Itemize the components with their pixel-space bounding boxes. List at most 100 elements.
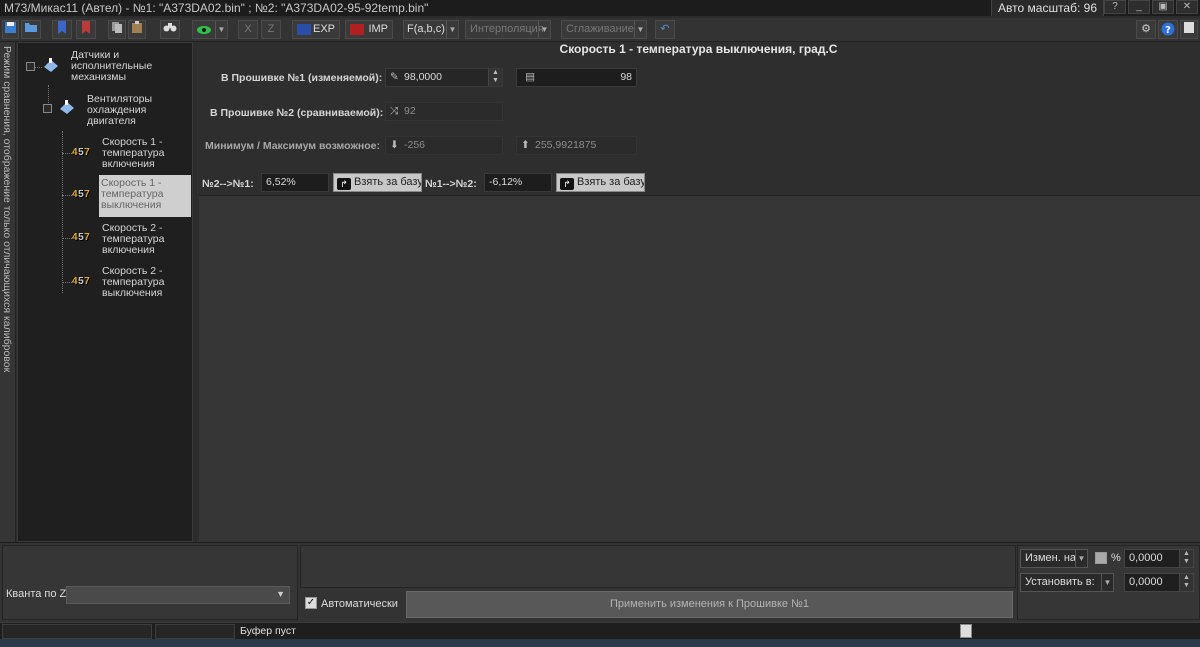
tree-item-speed1-off[interactable]: Скорость 1 - температура выключения	[99, 175, 191, 217]
apply-changes-button[interactable]: Применить изменения к Прошивке №1	[406, 591, 1013, 618]
comparison-mode-strip[interactable]: Режим сравнения, отображение только отли…	[0, 42, 16, 542]
bookmark-red-icon	[82, 21, 90, 34]
chevron-down-icon: ▼	[1075, 550, 1087, 567]
calibration-457-icon: 457	[72, 147, 91, 158]
open-button[interactable]	[21, 20, 41, 39]
help-button[interactable]: ?	[1158, 20, 1178, 39]
check-icon: ✓	[306, 597, 316, 608]
tree-item-speed1-on[interactable]: Скорость 1 - температура включения	[102, 137, 182, 170]
change-value: 0,0000	[1129, 552, 1163, 564]
auto-label: Автоматически	[321, 598, 398, 610]
fw2-value-field: ⤨ 92	[385, 102, 503, 121]
percent-label: %	[1111, 552, 1121, 564]
change-by-label: Измен. на	[1025, 552, 1077, 564]
document-icon	[1184, 22, 1194, 33]
fw2-value: 92	[404, 105, 416, 117]
calibration-457-icon: 457	[72, 276, 91, 287]
auto-checkbox[interactable]: ✓	[305, 597, 317, 609]
chevron-down-icon: ▼	[276, 589, 285, 599]
quanta-combo[interactable]: ▼	[66, 586, 290, 604]
graph-area[interactable]	[199, 195, 1200, 542]
diff12-label: №1-->№2:	[425, 178, 477, 190]
copy-button[interactable]	[108, 20, 126, 39]
info-button[interactable]	[1180, 20, 1198, 39]
copy-icon	[112, 22, 122, 33]
find-button[interactable]	[160, 20, 180, 39]
paste-button[interactable]	[128, 20, 146, 39]
fw1-raw-value: 98	[620, 71, 632, 83]
tree-expander[interactable]	[43, 104, 52, 113]
pencil-icon: ✎	[390, 71, 399, 83]
fw2-label: В Прошивке №2 (сравниваемой):	[210, 107, 384, 119]
fw1-stepper[interactable]: ▲ ▼	[488, 69, 502, 86]
set-value: 0,0000	[1129, 576, 1163, 588]
set-to-combo[interactable]: Установить в: ▼	[1020, 573, 1114, 592]
fw1-raw-field[interactable]: ▤ 98	[516, 68, 637, 87]
save-button[interactable]	[2, 20, 19, 39]
undo-button[interactable]: ↶	[655, 20, 675, 39]
sensor-icon	[44, 58, 58, 72]
gear-icon: ⚙	[1141, 23, 1151, 35]
take-base-button-1[interactable]: ↱ Взять за базу	[333, 173, 422, 192]
question-icon: ?	[1161, 22, 1175, 36]
tree-root-sensors[interactable]: Датчики и исполнительные механизмы	[71, 50, 181, 83]
arrow-down-icon: ⬇	[390, 139, 399, 151]
arrow-up-icon: ⬆	[521, 139, 530, 151]
interpolation-combo[interactable]: Интерполяция ▼	[465, 20, 551, 39]
tree-expander[interactable]	[26, 62, 35, 71]
quanta-label: Кванта по Z:	[6, 588, 70, 600]
diff12-field: -6,12%	[484, 173, 552, 192]
autoscale-indicator: Авто масштаб: 96	[991, 0, 1104, 16]
chevron-down-icon: ▼	[215, 21, 227, 38]
undo-icon: ↶	[660, 23, 670, 35]
calibration-457-icon: 457	[72, 189, 91, 200]
export-icon	[297, 24, 311, 35]
floppy-icon	[5, 22, 16, 33]
fw1-value: 98,0000	[404, 71, 442, 83]
set-value-stepper[interactable]: ▲ ▼	[1179, 574, 1193, 591]
view-mode-button[interactable]: ▼	[192, 20, 228, 39]
maximize-button[interactable]: ▣	[1152, 0, 1174, 14]
help-window-button[interactable]: ?	[1104, 0, 1126, 14]
taskbar	[0, 639, 1200, 647]
percent-checkbox[interactable]	[1095, 552, 1107, 564]
minimize-button[interactable]: _	[1128, 0, 1150, 14]
tree-group-fans[interactable]: Вентиляторы охлаждения двигателя	[87, 94, 187, 127]
folder-icon	[25, 23, 37, 32]
bookmark-blue-button[interactable]	[52, 20, 72, 39]
z-button[interactable]: Z	[261, 20, 281, 39]
formula-combo[interactable]: F(a,b,c) ▼	[403, 20, 459, 39]
export-button[interactable]: EXP	[292, 20, 340, 39]
close-button[interactable]: ✕	[1176, 0, 1198, 14]
fw1-value-field[interactable]: ✎ 98,0000 ▲ ▼	[385, 68, 503, 87]
change-by-combo[interactable]: Измен. на ▼	[1020, 549, 1088, 568]
take-base-button-2[interactable]: ↱ Взять за базу	[556, 173, 645, 192]
fw1-label: В Прошивке №1 (изменяемой):	[221, 72, 383, 84]
chevron-down-icon: ▼	[538, 21, 550, 38]
formula-label: F(a,b,c)	[407, 23, 445, 35]
status-cell	[155, 624, 235, 639]
fan-sensor-icon	[60, 100, 74, 114]
change-value-field[interactable]: 0,0000 ▲ ▼	[1124, 549, 1194, 568]
comparison-mode-label: Режим сравнения, отображение только отли…	[1, 46, 13, 373]
max-value: 255,9921875	[535, 139, 597, 151]
settings-button[interactable]: ⚙	[1136, 20, 1156, 39]
change-value-stepper[interactable]: ▲ ▼	[1179, 550, 1193, 567]
x-button[interactable]: X	[238, 20, 258, 39]
set-value-field[interactable]: 0,0000 ▲ ▼	[1124, 573, 1194, 592]
trash-icon[interactable]	[960, 624, 972, 638]
import-button[interactable]: IMP	[345, 20, 393, 39]
bookmark-red-button[interactable]	[76, 20, 96, 39]
book-icon: ▤	[525, 71, 535, 83]
tree-item-speed2-on[interactable]: Скорость 2 - температура включения	[102, 223, 182, 256]
calibration-457-icon: 457	[72, 232, 91, 243]
import-label: IMP	[368, 23, 388, 35]
paste-icon	[132, 21, 142, 33]
status-bar	[0, 622, 1200, 639]
min-value-field: ⬇ -256	[385, 136, 503, 155]
smoothing-combo[interactable]: Сглаживание ▼	[561, 20, 647, 39]
bookmark-blue-icon	[58, 21, 66, 34]
chevron-down-icon: ▼	[1101, 574, 1113, 591]
redo-arrow-icon: ↱	[337, 178, 351, 190]
tree-item-speed2-off[interactable]: Скорость 2 - температура выключения	[102, 266, 182, 299]
